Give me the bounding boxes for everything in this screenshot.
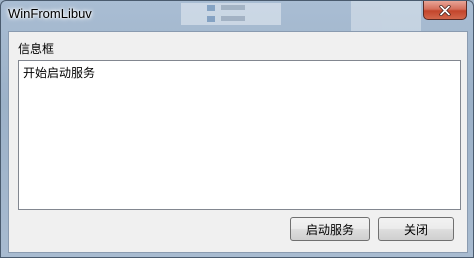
close-button[interactable]: 关闭 [378, 217, 454, 241]
log-textbox[interactable]: 开始启动服务 [18, 60, 461, 210]
start-service-button[interactable]: 启动服务 [290, 217, 370, 241]
app-window: WinFromLibuv 信息框 开始启动服务 启动服务 关闭 [0, 0, 474, 258]
client-area: 信息框 开始启动服务 启动服务 关闭 [8, 31, 468, 253]
close-icon [439, 4, 451, 16]
window-title: WinFromLibuv [8, 6, 92, 21]
window-close-button[interactable] [423, 1, 467, 20]
background-glass [151, 1, 451, 31]
info-box-label: 信息框 [18, 42, 55, 56]
